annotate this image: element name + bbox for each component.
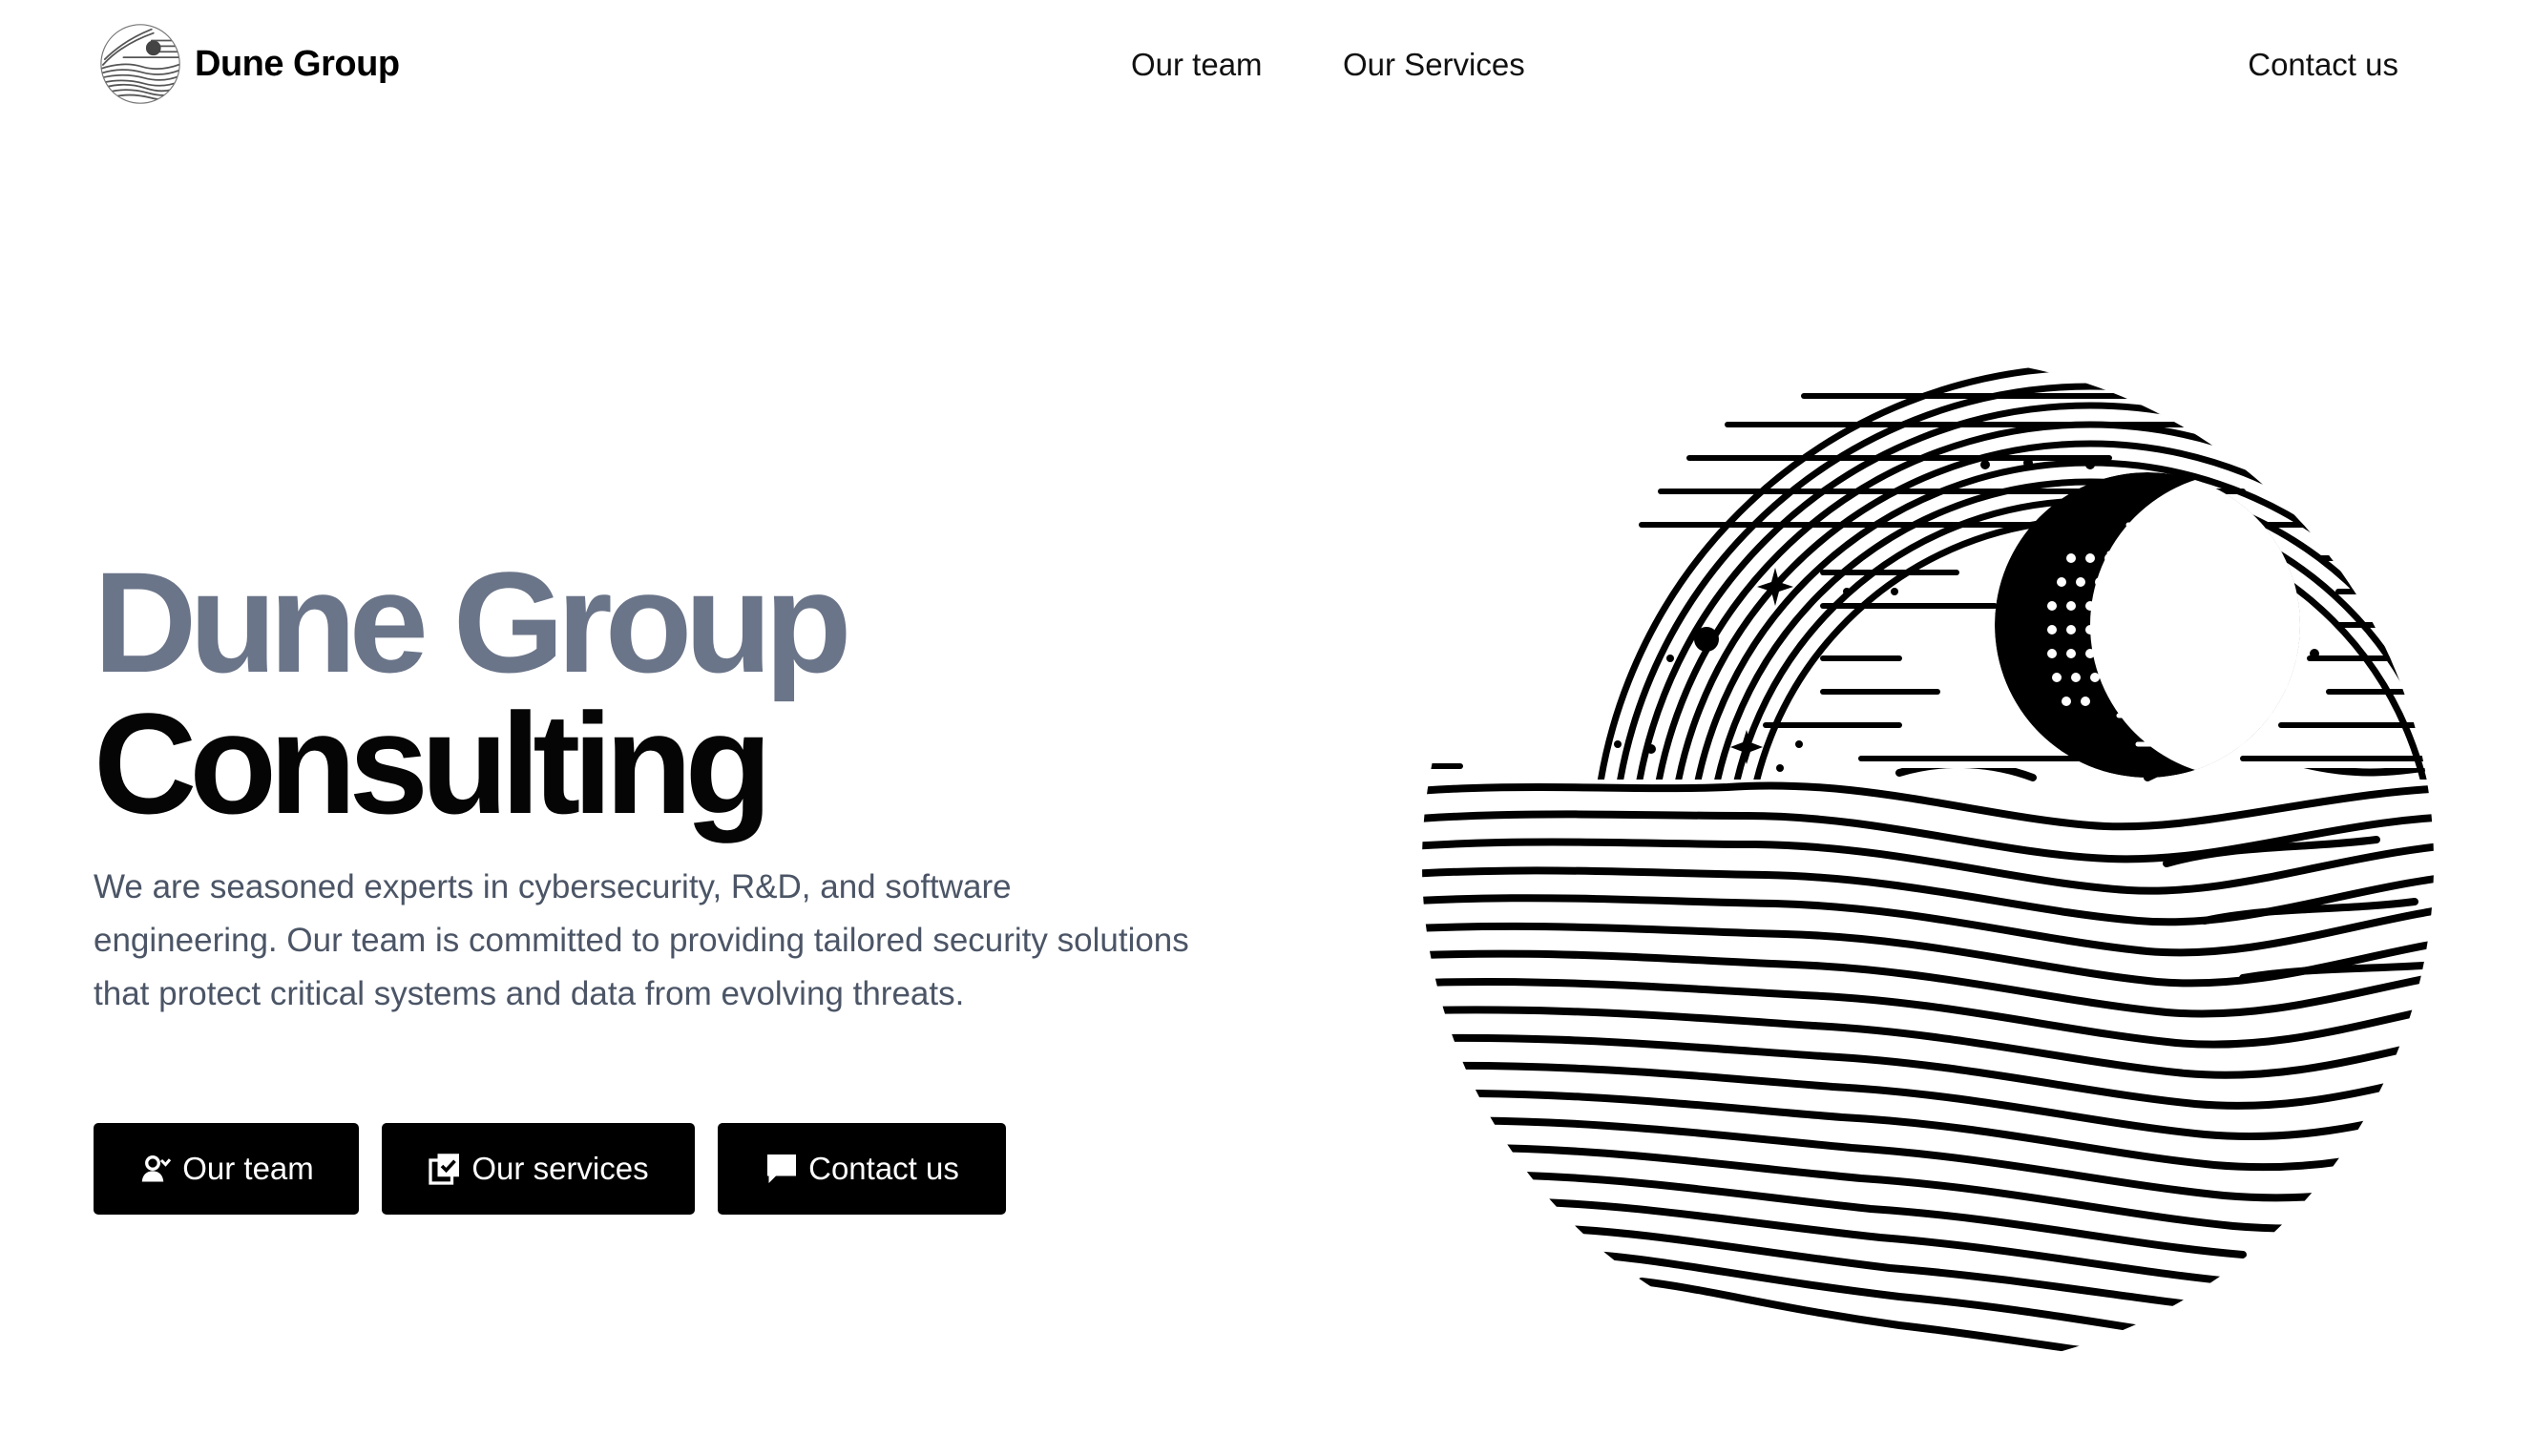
nav-link-our-services[interactable]: Our Services	[1343, 42, 1525, 88]
dune-moon-waves-illustration	[1422, 367, 2434, 1363]
user-icon	[141, 1155, 172, 1182]
dune-wave-logo-icon	[100, 24, 180, 104]
hero-title: Dune Group Consulting	[94, 542, 852, 843]
hero-title-line1: Dune Group	[94, 542, 852, 702]
landing-page: Dune Group Our team Our Services Contact…	[0, 0, 2533, 1456]
our-services-button[interactable]: Our services	[382, 1123, 695, 1215]
hero-title-line2: Consulting	[94, 683, 772, 843]
nav-link-contact-us[interactable]: Contact us	[2248, 42, 2398, 88]
our-team-button[interactable]: Our team	[94, 1123, 359, 1215]
brand-home-link[interactable]: Dune Group	[95, 21, 400, 107]
our-services-button-label: Our services	[471, 1151, 649, 1186]
nav-link-our-team[interactable]: Our team	[1131, 42, 1263, 88]
top-navigation: Dune Group Our team Our Services Contact…	[0, 0, 2533, 130]
contact-us-button-label: Contact us	[808, 1151, 959, 1186]
our-team-button-label: Our team	[182, 1151, 314, 1186]
contact-us-button[interactable]: Contact us	[718, 1123, 1006, 1215]
chat-bubble-icon	[767, 1154, 797, 1183]
hero-description: We are seasoned experts in cybersecurity…	[94, 868, 1189, 1012]
brand-name: Dune Group	[195, 43, 400, 84]
checklist-icon	[429, 1154, 460, 1185]
